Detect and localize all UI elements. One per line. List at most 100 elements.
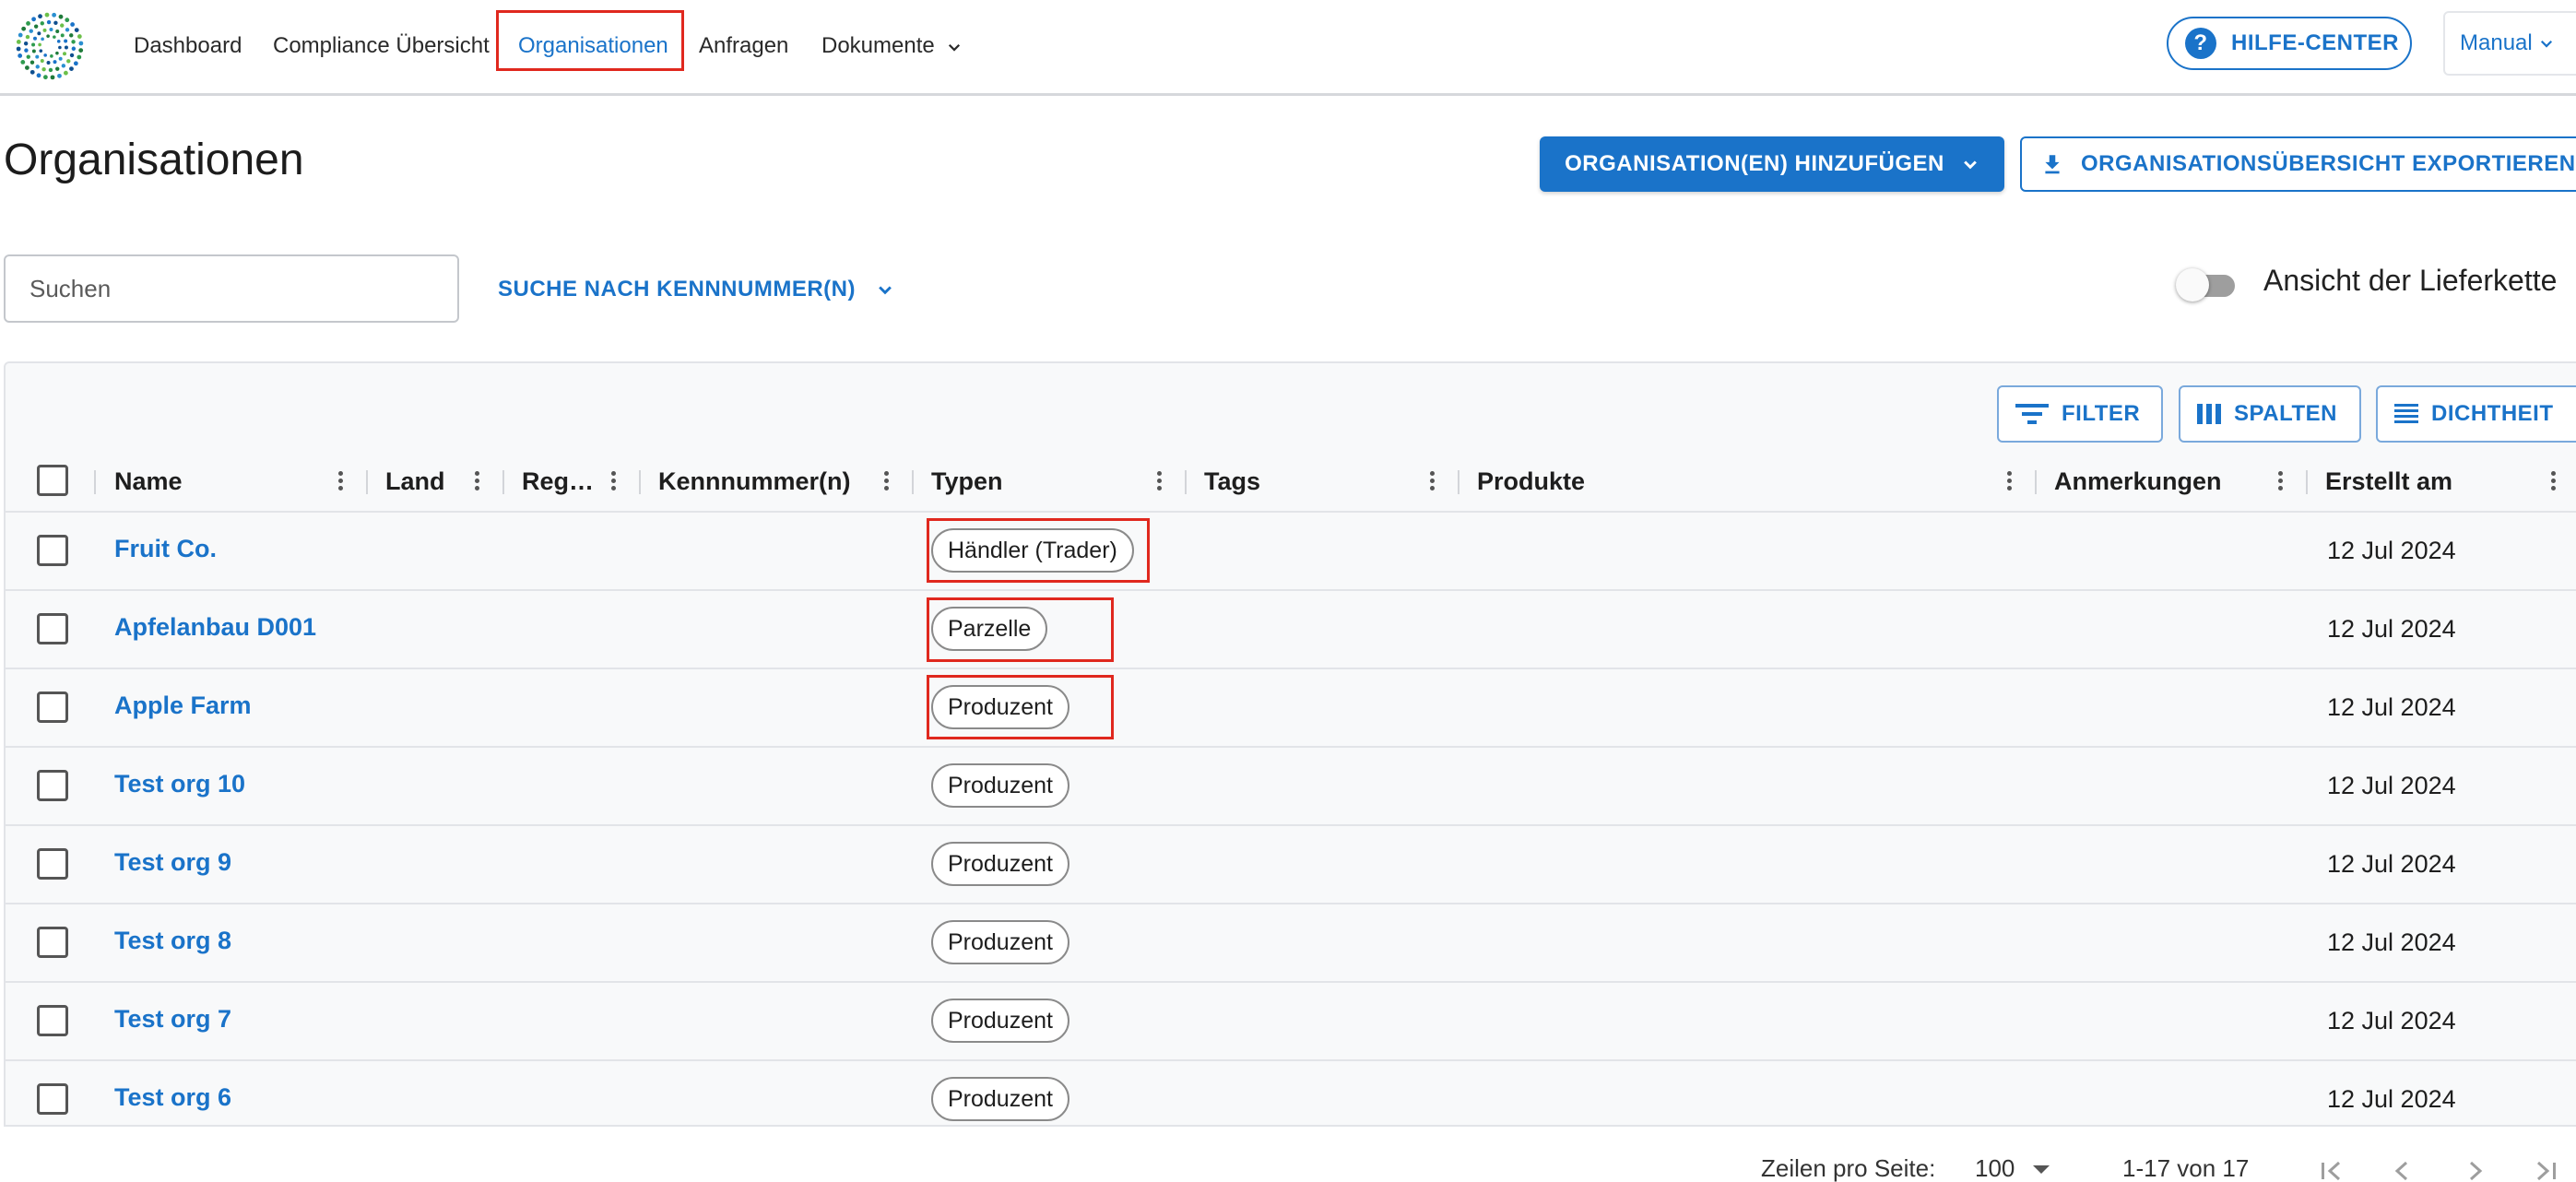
chevron-down-icon: [879, 286, 892, 295]
column-header-region[interactable]: Reg…: [522, 450, 594, 513]
column-menu-icon[interactable]: [2274, 468, 2286, 496]
row-checkbox[interactable]: [37, 770, 68, 801]
nav-dashboard[interactable]: Dashboard: [134, 28, 242, 65]
created-date: 12 Jul 2024: [2327, 693, 2456, 721]
logo-dot: [40, 59, 44, 64]
column-separator: [912, 470, 914, 494]
first-page-icon[interactable]: [2314, 1154, 2347, 1182]
table-row[interactable]: Test org 7 Produzent 12 Jul 2024: [4, 983, 2576, 1061]
export-overview-button[interactable]: ORGANISATIONSÜBERSICHT EXPORTIEREN: [2020, 136, 2576, 192]
caret-down-icon: [2033, 1164, 2050, 1174]
search-input[interactable]: [4, 254, 459, 323]
column-menu-icon[interactable]: [470, 468, 483, 496]
organisation-name-link[interactable]: Test org 6: [114, 1083, 231, 1112]
logo-dot: [55, 51, 59, 55]
logo-dot: [26, 20, 30, 26]
row-checkbox[interactable]: [37, 1005, 68, 1036]
logo-dot: [55, 29, 60, 33]
logo-dot: [77, 54, 82, 60]
density-button[interactable]: DICHTHEIT: [2376, 385, 2576, 443]
column-header-products[interactable]: Produkte: [1477, 450, 1585, 513]
nav-organisations[interactable]: Organisationen: [518, 28, 668, 65]
row-checkbox[interactable]: [37, 535, 68, 566]
row-checkbox[interactable]: [37, 1083, 68, 1115]
logo-dot: [21, 26, 27, 31]
add-organisation-button[interactable]: ORGANISATION(EN) HINZUFÜGEN: [1540, 136, 2004, 192]
filter-icon: [2015, 404, 2049, 424]
help-center-button[interactable]: ? HILFE-CENTER: [2167, 17, 2412, 70]
logo-dot: [41, 37, 44, 41]
table-row[interactable]: Test org 9 Produzent 12 Jul 2024: [4, 826, 2576, 904]
supply-chain-view-toggle[interactable]: [2176, 266, 2242, 302]
help-center-label: HILFE-CENTER: [2231, 30, 2399, 55]
logo-dot: [42, 75, 48, 80]
table-header-row: Name Land Reg… Kennnummer(n) Typen Tags …: [4, 450, 2576, 513]
row-checkbox[interactable]: [37, 613, 68, 644]
type-chip: Produzent: [931, 685, 1069, 729]
column-menu-icon[interactable]: [2546, 468, 2559, 496]
filter-button[interactable]: FILTER: [1997, 385, 2163, 443]
next-page-icon[interactable]: [2458, 1154, 2491, 1182]
table-row[interactable]: Test org 10 Produzent 12 Jul 2024: [4, 748, 2576, 826]
column-header-name[interactable]: Name: [114, 450, 183, 513]
organisation-name-link[interactable]: Apfelanbau D001: [114, 613, 316, 642]
row-checkbox[interactable]: [37, 927, 68, 958]
rows-per-page-select[interactable]: 100: [1975, 1154, 2051, 1182]
column-menu-icon[interactable]: [880, 468, 892, 496]
column-menu-icon[interactable]: [1152, 468, 1165, 496]
row-checkbox[interactable]: [37, 691, 68, 723]
organisation-name-link[interactable]: Test org 8: [114, 927, 231, 955]
logo-dot: [31, 17, 37, 22]
table-row[interactable]: Test org 8 Produzent 12 Jul 2024: [4, 904, 2576, 983]
type-chip: Produzent: [931, 1077, 1069, 1121]
column-header-created[interactable]: Erstellt am: [2325, 450, 2452, 513]
column-menu-icon[interactable]: [1425, 468, 1438, 496]
column-header-notes[interactable]: Anmerkungen: [2054, 450, 2222, 513]
columns-button[interactable]: SPALTEN: [2179, 385, 2361, 443]
logo-dot: [57, 73, 62, 78]
rows-per-page-value: 100: [1975, 1154, 2015, 1182]
organisation-name-link[interactable]: Test org 10: [114, 770, 245, 798]
row-checkbox[interactable]: [37, 848, 68, 880]
table-row[interactable]: Apple Farm Produzent 12 Jul 2024: [4, 669, 2576, 748]
logo-dot: [43, 53, 47, 57]
column-header-types[interactable]: Typen: [931, 450, 1003, 513]
select-all-checkbox[interactable]: [37, 465, 68, 496]
logo-dot: [42, 28, 47, 32]
logo-dot: [65, 18, 70, 23]
logo-dot: [71, 46, 77, 51]
manual-label: Manual: [2460, 30, 2533, 55]
nav-documents[interactable]: Dokumente: [821, 28, 963, 65]
column-header-identifiers[interactable]: Kennnummer(n): [658, 450, 851, 513]
organisation-name-link[interactable]: Test org 7: [114, 1005, 231, 1034]
logo-dot: [18, 53, 23, 58]
nav-compliance-overview[interactable]: Compliance Übersicht: [273, 28, 490, 65]
column-separator: [502, 470, 504, 494]
logo-dot: [63, 52, 67, 56]
search-by-id-button[interactable]: SUCHE NACH KENNNUMMER(N): [498, 271, 894, 308]
type-chip: Händler (Trader): [931, 528, 1134, 573]
logo-dot: [36, 73, 41, 78]
nav-requests[interactable]: Anfragen: [699, 28, 788, 65]
table-row[interactable]: Fruit Co. Händler (Trader) 12 Jul 2024: [4, 513, 2576, 591]
column-menu-icon[interactable]: [334, 468, 347, 496]
organisation-name-link[interactable]: Apple Farm: [114, 691, 252, 720]
column-header-tags[interactable]: Tags: [1204, 450, 1260, 513]
column-menu-icon[interactable]: [2003, 468, 2015, 496]
column-header-country[interactable]: Land: [385, 450, 445, 513]
manual-dropdown[interactable]: Manual: [2443, 11, 2576, 76]
column-menu-icon[interactable]: [607, 468, 620, 496]
logo-dot: [71, 40, 76, 44]
organisation-name-link[interactable]: Test org 9: [114, 848, 231, 877]
created-date: 12 Jul 2024: [2327, 537, 2456, 564]
logo-dot: [23, 41, 29, 46]
company-logo[interactable]: [13, 9, 87, 83]
logo-dot: [35, 54, 40, 59]
logo-dot: [29, 29, 33, 33]
table-row[interactable]: Apfelanbau D001 Parzelle 12 Jul 2024: [4, 591, 2576, 669]
last-page-icon[interactable]: [2530, 1154, 2563, 1182]
organisation-name-link[interactable]: Fruit Co.: [114, 535, 217, 563]
previous-page-icon[interactable]: [2386, 1154, 2419, 1182]
logo-dot: [32, 36, 37, 41]
table-row[interactable]: Test org 6 Produzent 12 Jul 2024: [4, 1061, 2576, 1125]
